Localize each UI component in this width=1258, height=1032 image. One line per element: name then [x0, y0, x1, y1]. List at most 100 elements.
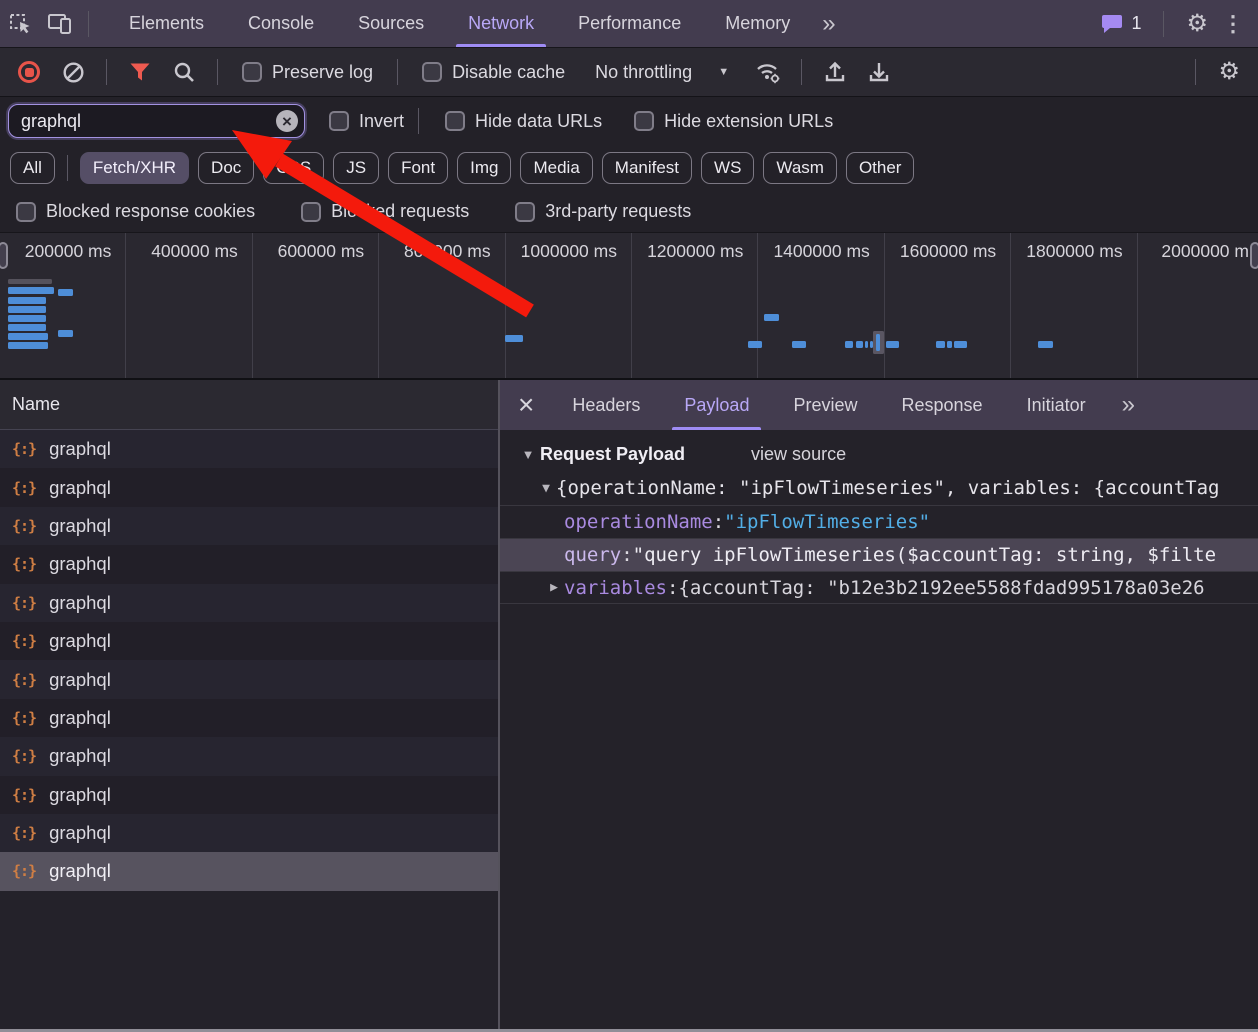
- checkbox-box: [329, 111, 349, 131]
- request-name: graphql: [49, 707, 111, 729]
- clear-filter-icon[interactable]: ×: [276, 110, 298, 132]
- preserve-log-checkbox[interactable]: Preserve log: [232, 62, 383, 83]
- chip-wasm[interactable]: Wasm: [763, 152, 837, 184]
- close-details-icon[interactable]: ×: [500, 391, 550, 419]
- request-name: graphql: [49, 822, 111, 844]
- record-network-log-button[interactable]: [10, 54, 48, 90]
- request-row[interactable]: {:}graphql: [0, 814, 498, 852]
- payload-root-preview: {operationName: "ipFlowTimeseries", vari…: [556, 477, 1219, 499]
- devtools-window: ElementsConsoleSourcesNetworkPerformance…: [0, 0, 1258, 1032]
- tab-network[interactable]: Network: [446, 0, 556, 47]
- timeline-tick-label: 800000 ms: [404, 241, 491, 262]
- details-tab-payload[interactable]: Payload: [662, 380, 771, 430]
- chip-media[interactable]: Media: [520, 152, 592, 184]
- checkbox-blocked-requests[interactable]: Blocked requests: [291, 201, 479, 222]
- payload-property-query[interactable]: query: "query ipFlowTimeseries($accountT…: [500, 538, 1258, 571]
- json-braces-icon: {:}: [12, 517, 36, 535]
- device-toolbar-icon[interactable]: [40, 0, 80, 47]
- clear-icon: [62, 61, 85, 84]
- timeline-request-bar: [505, 335, 523, 342]
- request-row[interactable]: {:}graphql: [0, 584, 498, 622]
- timeline-request-bar: [845, 341, 853, 348]
- overview-left-handle[interactable]: [0, 242, 8, 269]
- tab-memory[interactable]: Memory: [703, 0, 812, 47]
- chip-other[interactable]: Other: [846, 152, 915, 184]
- request-payload-section-header[interactable]: ▼ Request Payload view source: [500, 430, 1258, 471]
- json-braces-icon: {:}: [12, 747, 36, 765]
- timeline-request-bar: [865, 341, 868, 348]
- tab-performance[interactable]: Performance: [556, 0, 703, 47]
- chip-fetch-xhr[interactable]: Fetch/XHR: [80, 152, 189, 184]
- request-row[interactable]: {:}graphql: [0, 468, 498, 506]
- request-row[interactable]: {:} graphql: [0, 622, 498, 660]
- chip-img[interactable]: Img: [457, 152, 511, 184]
- issues-bubble-icon: [1100, 13, 1124, 34]
- details-tab-preview[interactable]: Preview: [771, 380, 879, 430]
- overflow-menu-icon[interactable]: ⋮: [1222, 13, 1244, 35]
- network-overview-timeline[interactable]: 200000 ms400000 ms600000 ms800000 ms1000…: [0, 232, 1258, 380]
- issues-counter[interactable]: 1: [1100, 13, 1141, 34]
- payload-property-variables[interactable]: ▶variables: {accountTag: "b12e3b2192ee55…: [500, 571, 1258, 604]
- request-row[interactable]: {:}graphql: [0, 852, 498, 890]
- timeline-column: 400000 ms: [126, 233, 252, 378]
- chip-css[interactable]: CSS: [263, 152, 324, 184]
- tab-sources[interactable]: Sources: [336, 0, 446, 47]
- network-conditions-button[interactable]: [749, 54, 787, 90]
- chip-ws[interactable]: WS: [701, 152, 754, 184]
- json-braces-icon: {:}: [12, 632, 36, 650]
- request-row[interactable]: {:}graphql: [0, 699, 498, 737]
- request-row[interactable]: {:}graphql: [0, 776, 498, 814]
- checkbox-box: [422, 62, 442, 82]
- hide-extension-urls-checkbox[interactable]: Hide extension URLs: [626, 111, 841, 132]
- export-har-button[interactable]: [860, 54, 898, 90]
- checkbox-3rd-party-requests[interactable]: 3rd-party requests: [505, 201, 701, 222]
- invert-checkbox[interactable]: Invert: [321, 111, 412, 132]
- chip-doc[interactable]: Doc: [198, 152, 254, 184]
- divider: [801, 59, 802, 85]
- payload-property-operationname[interactable]: operationName: "ipFlowTimeseries": [500, 505, 1258, 538]
- divider: [1163, 11, 1164, 37]
- timeline-request-bar: [58, 330, 73, 337]
- details-tab-bar: × HeadersPayloadPreviewResponseInitiator…: [500, 380, 1258, 430]
- network-settings-gear-icon[interactable]: ⚙: [1210, 60, 1248, 84]
- details-tab-initiator[interactable]: Initiator: [1005, 380, 1108, 430]
- tab-console[interactable]: Console: [226, 0, 336, 47]
- chip-js[interactable]: JS: [333, 152, 379, 184]
- request-row[interactable]: {:}graphql: [0, 507, 498, 545]
- overview-right-handle[interactable]: [1250, 242, 1258, 269]
- timeline-request-bar: [8, 315, 46, 322]
- filter-toggle-button[interactable]: [121, 54, 159, 90]
- checkbox-blocked-response-cookies[interactable]: Blocked response cookies: [6, 201, 265, 222]
- filter-input[interactable]: [8, 104, 305, 138]
- hide-data-urls-checkbox[interactable]: Hide data URLs: [437, 111, 610, 132]
- request-row[interactable]: {:}graphql: [0, 737, 498, 775]
- payload-root-object[interactable]: ▼ {operationName: "ipFlowTimeseries", va…: [500, 471, 1258, 505]
- more-tabs-icon[interactable]: »: [812, 10, 843, 38]
- view-source-link[interactable]: view source: [751, 444, 846, 465]
- disable-cache-checkbox[interactable]: Disable cache: [412, 62, 575, 83]
- devtools-panel-tabs: ElementsConsoleSourcesNetworkPerformance…: [107, 0, 812, 47]
- details-tab-headers[interactable]: Headers: [550, 380, 662, 430]
- details-tab-response[interactable]: Response: [880, 380, 1005, 430]
- name-column-header[interactable]: Name: [0, 380, 498, 430]
- chip-all[interactable]: All: [10, 152, 55, 184]
- inspect-element-icon[interactable]: [0, 0, 40, 47]
- import-har-button[interactable]: [816, 54, 854, 90]
- settings-gear-icon[interactable]: ⚙: [1186, 12, 1208, 36]
- hide-data-urls-label: Hide data URLs: [475, 111, 602, 132]
- throttling-select[interactable]: No throttling ▼: [581, 62, 743, 83]
- timeline-tick-label: 200000 ms: [25, 241, 112, 262]
- preserve-log-label: Preserve log: [272, 62, 373, 83]
- clear-network-log-button[interactable]: [54, 54, 92, 90]
- checkbox-label: Blocked requests: [331, 201, 469, 222]
- request-row[interactable]: {:}graphql: [0, 660, 498, 698]
- more-details-tabs-icon[interactable]: »: [1108, 391, 1147, 419]
- request-name: graphql: [49, 630, 111, 652]
- tab-elements[interactable]: Elements: [107, 0, 226, 47]
- request-row[interactable]: {:}graphql: [0, 430, 498, 468]
- request-row[interactable]: {:}graphql: [0, 545, 498, 583]
- chip-manifest[interactable]: Manifest: [602, 152, 692, 184]
- request-list: {:}graphql{:}graphql{:}graphql{:}graphql…: [0, 430, 498, 891]
- search-button[interactable]: [165, 54, 203, 90]
- chip-font[interactable]: Font: [388, 152, 448, 184]
